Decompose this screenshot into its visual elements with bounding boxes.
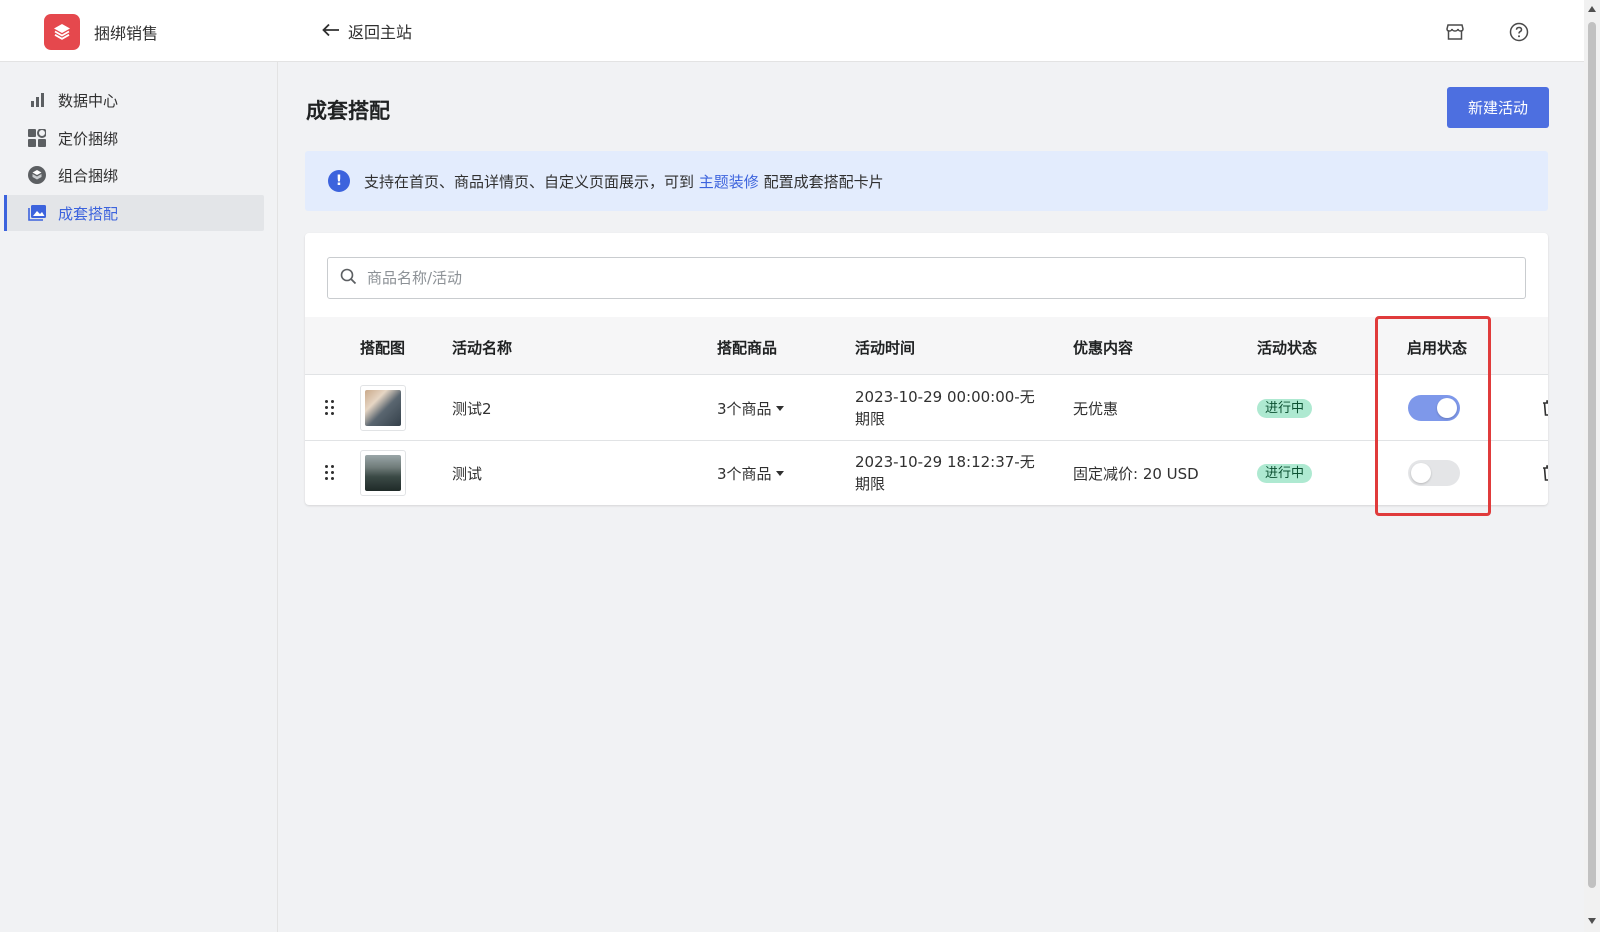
discount-content: 无优惠 xyxy=(1073,400,1119,418)
sidebar-item-data-center[interactable]: 数据中心 xyxy=(4,82,264,118)
status-badge-label: 进行中 xyxy=(1257,464,1313,483)
table-header: 搭配图 活动名称 搭配商品 活动时间 优惠内容 活动状态 启用状态 xyxy=(305,317,1548,375)
activity-name: 测试2 xyxy=(452,400,492,418)
products-dropdown[interactable]: 3个商品 xyxy=(717,398,784,419)
bar-chart-icon xyxy=(28,91,46,109)
caret-down-icon xyxy=(775,471,784,476)
sidebar-item-label: 数据中心 xyxy=(58,91,119,110)
theme-decoration-link[interactable]: 主题装修 xyxy=(699,173,759,191)
header-status: 活动状态 xyxy=(1257,339,1318,357)
status-badge: 进行中 xyxy=(1257,462,1313,483)
delete-icon[interactable] xyxy=(1542,465,1548,481)
sidebar-item-label: 成套搭配 xyxy=(58,204,119,223)
page-title: 成套搭配 xyxy=(306,99,390,123)
sidebar-item-pricing-bundle[interactable]: 定价捆绑 xyxy=(4,120,264,156)
header-image: 搭配图 xyxy=(360,339,406,357)
drag-handle-icon[interactable] xyxy=(325,400,337,416)
sidebar-item-outfit-set[interactable]: 成套搭配 xyxy=(4,195,264,231)
sidebar-item-combo-bundle[interactable]: 组合捆绑 xyxy=(4,157,264,193)
info-banner: ! 支持在首页、商品详情页、自定义页面展示，可到 主题装修 配置成套搭配卡片 xyxy=(305,151,1548,211)
image-icon xyxy=(28,204,46,222)
scroll-up-icon[interactable] xyxy=(1588,6,1596,12)
new-activity-button[interactable]: 新建活动 xyxy=(1447,87,1549,128)
app-logo-icon xyxy=(44,14,80,50)
help-icon[interactable] xyxy=(1507,20,1531,44)
enable-toggle[interactable] xyxy=(1408,460,1460,486)
search-icon xyxy=(340,268,357,289)
toggle-switch-on[interactable] xyxy=(1408,395,1460,421)
sidebar-item-label: 组合捆绑 xyxy=(58,166,119,185)
header-discount: 优惠内容 xyxy=(1073,339,1134,357)
products-dropdown[interactable]: 3个商品 xyxy=(717,463,784,484)
table-row: 测试 3个商品 2023-10-29 18:12:37-无期限 固定减价: 20… xyxy=(305,441,1548,505)
grid-icon xyxy=(28,129,46,147)
top-bar: 捆绑销售 返回主站 xyxy=(0,0,1584,62)
delete-icon[interactable] xyxy=(1542,400,1548,416)
banner-text: 支持在首页、商品详情页、自定义页面展示，可到 xyxy=(364,172,695,191)
store-icon[interactable] xyxy=(1443,20,1467,44)
app-name: 捆绑销售 xyxy=(94,24,159,43)
toggle-switch-off[interactable] xyxy=(1408,460,1460,486)
table-row: 测试2 3个商品 2023-10-29 00:00:00-无期限 无优惠 进行中 xyxy=(305,376,1548,441)
activity-table-card: 搭配图 活动名称 搭配商品 活动时间 优惠内容 活动状态 启用状态 测试2 3个… xyxy=(305,233,1548,505)
activity-time: 2023-10-29 00:00:00-无期限 xyxy=(855,388,1035,428)
discount-content: 固定减价: 20 USD xyxy=(1073,465,1199,483)
products-count: 3个商品 xyxy=(717,400,772,418)
header-enabled: 启用状态 xyxy=(1407,339,1468,357)
header-products: 搭配商品 xyxy=(717,339,778,357)
search-input[interactable] xyxy=(367,269,1467,287)
caret-down-icon xyxy=(775,406,784,411)
enable-toggle[interactable] xyxy=(1408,395,1460,421)
drag-handle-icon[interactable] xyxy=(325,465,337,481)
page-scrollbar[interactable] xyxy=(1584,0,1600,932)
activity-name: 测试 xyxy=(452,465,483,483)
status-badge-label: 进行中 xyxy=(1257,399,1313,418)
search-box[interactable] xyxy=(327,257,1526,299)
arrow-left-icon xyxy=(322,22,340,41)
sidebar-item-label: 定价捆绑 xyxy=(58,129,119,148)
header-time: 活动时间 xyxy=(855,339,916,357)
header-name: 活动名称 xyxy=(452,339,513,357)
scroll-thumb[interactable] xyxy=(1588,22,1596,888)
back-link-label: 返回主站 xyxy=(348,23,413,42)
product-thumbnail xyxy=(360,450,406,496)
activity-time: 2023-10-29 18:12:37-无期限 xyxy=(855,453,1035,493)
status-badge: 进行中 xyxy=(1257,397,1313,418)
banner-text-after: 配置成套搭配卡片 xyxy=(763,172,884,191)
products-count: 3个商品 xyxy=(717,465,772,483)
box-icon xyxy=(28,166,46,184)
product-thumbnail xyxy=(360,385,406,431)
sidebar: 数据中心 定价捆绑 组合捆绑 成套搭配 xyxy=(0,62,278,932)
scroll-down-icon[interactable] xyxy=(1588,918,1596,924)
back-to-main-link[interactable]: 返回主站 xyxy=(322,19,412,43)
info-icon: ! xyxy=(328,170,350,192)
